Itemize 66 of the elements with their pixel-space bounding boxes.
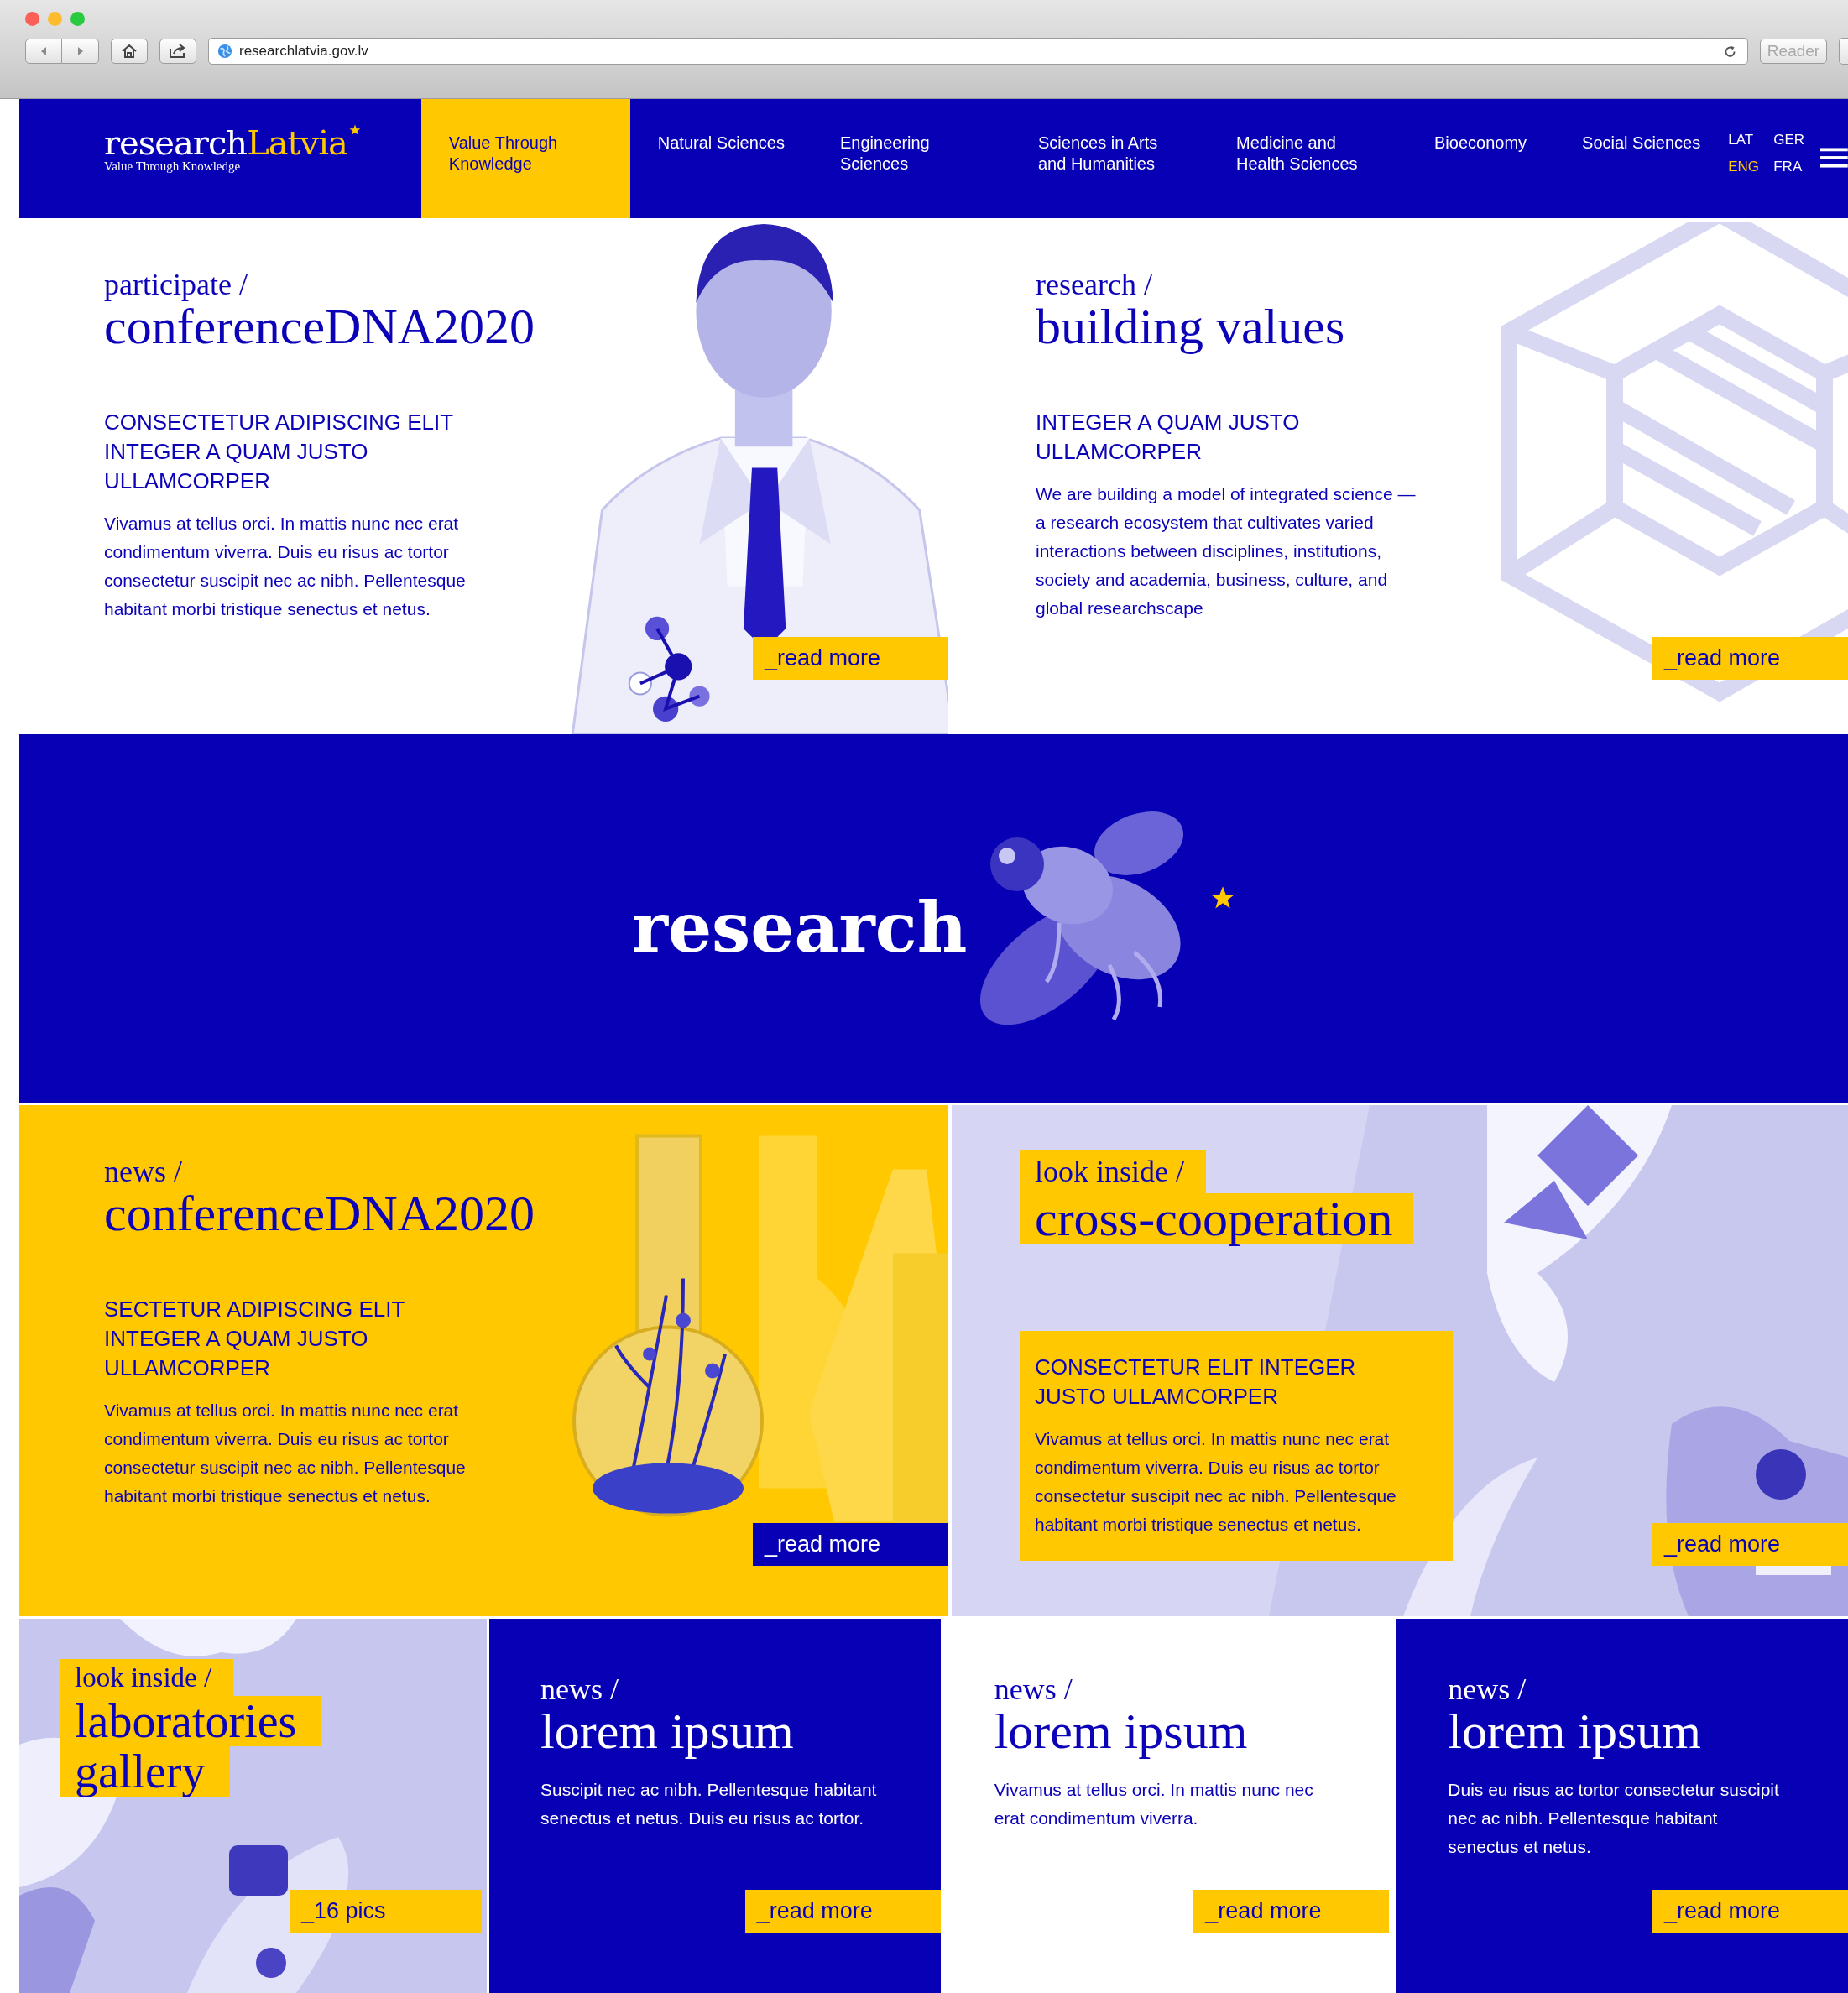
back-icon xyxy=(41,47,46,55)
card-subtitle: SECTETUR ADIPISCING ELIT INTEGER A QUAM JUSTO ULLAMCORPER xyxy=(104,1296,405,1382)
home-icon xyxy=(121,44,138,59)
card-text: Vivamus at tellus orci. In mattis nunc nec erat condimentum viverra. Duis eu risus ac tortor consectetur suscipit nec ac nibh. Pellentesque habitant morbi tristique senectus et netus. xyxy=(104,513,467,620)
reload-icon[interactable] xyxy=(1723,44,1737,59)
read-more-button[interactable]: _read more xyxy=(1193,1890,1390,1933)
logo-tagline: Value Through Knowledge xyxy=(104,159,242,174)
forward-button[interactable] xyxy=(62,39,99,64)
menu-icon[interactable] xyxy=(1820,146,1848,170)
forward-icon xyxy=(77,47,83,55)
language-link[interactable]: LAT xyxy=(1728,131,1774,149)
read-more-button[interactable]: _read more xyxy=(1652,1890,1848,1933)
nav-tab[interactable]: Value Through Knowledge xyxy=(420,99,630,218)
card-title: cross-cooperation xyxy=(1020,1193,1413,1244)
nav-tab[interactable]: Natural Sciences xyxy=(629,99,812,218)
nav-tab[interactable]: Sciences in Arts and Humanities xyxy=(1010,99,1209,218)
category-label: look inside / xyxy=(60,1659,234,1696)
card-title: building values xyxy=(1036,300,1346,352)
card-text: Vivamus at tellus orci. In mattis nunc nec erat condimentum viverra. Duis eu risus ac tortor consectetur suscipit nec ac nibh. Pellentesque habitant morbi tristique senectus et netus. xyxy=(1035,1428,1397,1536)
read-more-button[interactable]: _read more xyxy=(1652,1523,1848,1566)
globe-icon xyxy=(217,44,232,59)
toolbar-button[interactable] xyxy=(1839,38,1848,65)
address-field[interactable]: researchlatvia.gov.lv xyxy=(208,38,1748,65)
news-title: lorem ipsum xyxy=(994,1705,1249,1757)
card-subtitle: INTEGER A QUAM JUSTO ULLAMCORPER xyxy=(1036,409,1301,466)
read-more-button[interactable]: _read more xyxy=(753,1523,948,1566)
category-label: look inside / xyxy=(1020,1150,1206,1193)
category-label: news / xyxy=(540,1673,619,1705)
read-more-button[interactable]: _read more xyxy=(744,1890,941,1933)
nav-tab[interactable]: Bioeconomy xyxy=(1407,99,1555,218)
share-button[interactable] xyxy=(159,39,196,64)
close-icon[interactable] xyxy=(25,12,39,26)
language-link[interactable]: GER xyxy=(1773,131,1808,149)
logo-wordmark[interactable]: researchLatvia xyxy=(104,124,347,161)
read-more-button[interactable]: _read more xyxy=(1652,637,1848,680)
news-text: Vivamus at tellus orci. In mattis nunc nec erat condimentum viverra. xyxy=(994,1779,1314,1829)
back-button[interactable] xyxy=(25,39,62,64)
news-title: lorem ipsum xyxy=(540,1705,795,1757)
language-link[interactable]: FRA xyxy=(1773,158,1808,176)
star-icon xyxy=(348,124,361,136)
gallery-title: laboratories xyxy=(60,1696,322,1746)
category-label: news / xyxy=(994,1673,1073,1705)
category-label: participate / xyxy=(104,269,248,300)
category-label: news / xyxy=(1448,1673,1527,1705)
read-more-button[interactable]: _read more xyxy=(753,637,948,680)
category-label: news / xyxy=(104,1156,183,1187)
share-icon xyxy=(169,44,187,59)
card-subtitle: CONSECTETUR ADIPISCING ELIT INTEGER A QUAM JUSTO ULLAMCORPER xyxy=(104,409,454,495)
card-text: Vivamus at tellus orci. In mattis nunc nec erat condimentum viverra. Duis eu risus ac tortor consectetur suscipit nec ac nibh. Pellentesque habitant morbi tristique senectus et netus. xyxy=(104,1400,467,1507)
card-title: conferenceDNA2020 xyxy=(104,1187,536,1239)
home-button[interactable] xyxy=(111,39,148,64)
news-text: Duis eu risus ac tortor consectetur suscipit nec ac nibh. Pellentesque habitant senectus et netus. xyxy=(1448,1779,1780,1858)
gallery-title: gallery xyxy=(60,1746,231,1797)
language-link[interactable]: ENG xyxy=(1728,158,1774,176)
category-label: research / xyxy=(1036,269,1153,300)
nav-tab[interactable]: Engineering Sciences xyxy=(812,99,1010,218)
banner-heading: research xyxy=(631,886,968,968)
news-text: Suscipit nec ac nibh. Pellentesque habitant senectus et netus. Duis eu risus ac tortor. xyxy=(540,1779,878,1829)
news-title: lorem ipsum xyxy=(1448,1705,1702,1757)
pictures-button[interactable]: _16 pics xyxy=(290,1890,482,1933)
zoom-icon[interactable] xyxy=(70,12,85,26)
card-text: We are building a model of integrated science — a research ecosystem that cultivates varied interactions between disciplines, institutions, society and academia, business, culture, and global researchscape xyxy=(1036,483,1417,619)
nav-tab[interactable]: Social Sciences xyxy=(1554,99,1729,218)
card-title: conferenceDNA2020 xyxy=(104,300,536,352)
nav-tab[interactable]: Medicine and Health Sciences xyxy=(1209,99,1407,218)
card-subtitle: CONSECTETUR ELIT INTEGER JUSTO ULLAMCORPER xyxy=(1035,1354,1357,1411)
